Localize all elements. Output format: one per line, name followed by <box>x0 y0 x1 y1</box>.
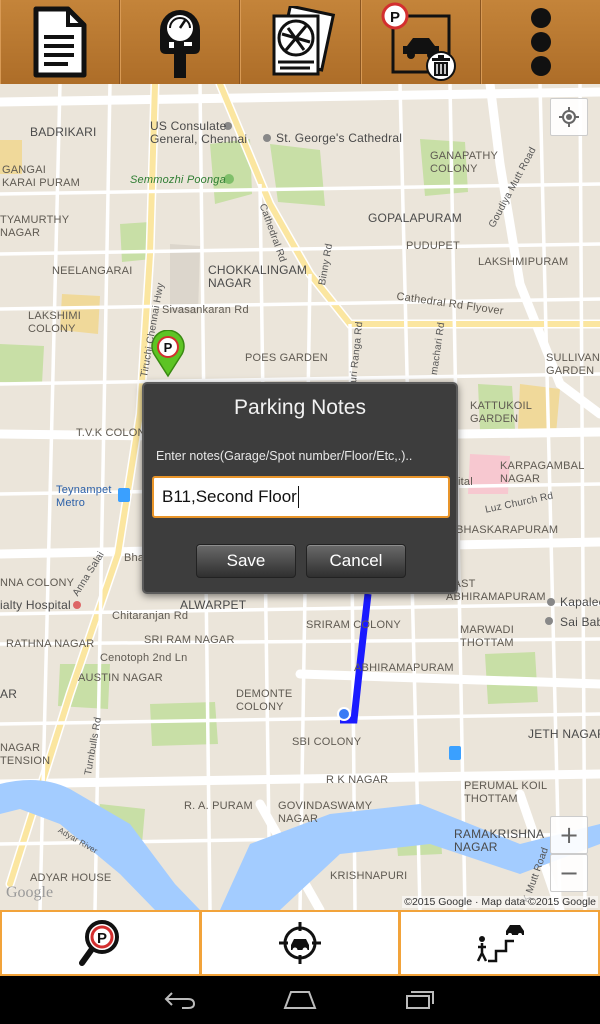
notes-input-value: B11,Second Floor <box>162 487 297 506</box>
svg-text:P: P <box>97 930 107 947</box>
walk-to-car-icon <box>476 925 524 963</box>
map-label: CHOKKALINGAM NAGAR <box>208 263 308 290</box>
parking-notes-dialog: Parking Notes Enter notes(Garage/Spot nu… <box>142 382 458 594</box>
overflow-menu-button[interactable] <box>480 0 600 84</box>
map-label: Sai Baba <box>560 615 600 629</box>
map-label: SRI RAM NAGAR <box>144 634 235 646</box>
parking-search-icon: P <box>79 920 120 966</box>
cancel-button[interactable]: Cancel <box>306 544 406 578</box>
folded-map-icon <box>272 6 335 76</box>
map-label: Chitaranjan Rd <box>112 610 189 622</box>
map-label: TYAMURTHY NAGAR <box>0 214 70 239</box>
document-icon <box>33 6 87 78</box>
map-label: MARWADI THOTTAM <box>460 624 514 649</box>
map-label: R K NAGAR <box>326 774 389 786</box>
map-label: RAMAKRISHNA NAGAR <box>454 827 545 854</box>
map-label: NNA COLONY <box>0 577 75 589</box>
map-label: PUDUPET <box>406 240 460 252</box>
recents-icon <box>406 991 434 1009</box>
map-label: Cenotoph 2nd Ln <box>100 652 188 664</box>
map-label: RATHNA NAGAR <box>6 638 95 650</box>
map-label: ialty Hospital <box>0 598 71 612</box>
map-label: LAKSHMIPURAM <box>478 256 569 268</box>
map-label: ALWARPET <box>180 598 247 612</box>
map-label: GANGAI KARAI PURAM <box>2 164 80 189</box>
top-toolbar: P <box>0 0 600 84</box>
home-button[interactable] <box>280 985 320 1015</box>
map-label: SRIRAM COLONY <box>306 619 401 631</box>
home-icon <box>283 991 317 1009</box>
map-label: Teynampet Metro <box>56 484 112 509</box>
svg-text:P: P <box>164 340 173 355</box>
map-label: KATTUKOIL GARDEN <box>470 400 533 425</box>
map-label: NEELANGARAI <box>52 265 133 277</box>
map-label: AR <box>0 687 18 701</box>
map-label: US Consulate General, Chennai <box>150 119 248 146</box>
map-label: Semmozhi Poonga <box>130 174 226 186</box>
parking-meter-icon <box>160 10 201 78</box>
more-vert-icon <box>530 8 551 76</box>
locate-car-button[interactable] <box>201 912 399 974</box>
zoom-in-button[interactable]: + <box>550 816 588 854</box>
dialog-title: Parking Notes <box>234 396 366 419</box>
map-label: ABHIRAMAPURAM <box>354 662 454 674</box>
map-label: EAST ABHIRAMAPURAM <box>446 578 546 603</box>
my-location-button[interactable] <box>550 98 588 136</box>
map-label: LAKSHIMI COLONY <box>28 310 81 335</box>
google-logo: Google <box>6 884 54 901</box>
map-label: NAGAR TENSION <box>0 742 51 767</box>
parking-clear-trash-icon: P <box>381 2 456 81</box>
notes-button[interactable] <box>0 0 121 84</box>
map-label: Sivasankaran Rd <box>162 304 249 316</box>
map-label: BHASKARAPURAM <box>456 524 559 536</box>
map-label: GANAPATHY COLONY <box>430 150 499 175</box>
map-label: AUSTIN NAGAR <box>78 672 163 684</box>
map-label: POES GARDEN <box>245 352 328 364</box>
parking-meter-button[interactable] <box>120 0 241 84</box>
bottom-action-bar: P <box>0 910 600 976</box>
map-label: DEMONTE COLONY <box>236 688 293 713</box>
map-label: BADRIKARI <box>30 125 97 139</box>
map-label: GOPALAPURAM <box>368 211 462 225</box>
svg-text:P: P <box>390 9 400 26</box>
notes-input[interactable]: B11,Second Floor <box>152 476 450 518</box>
back-button[interactable] <box>160 985 200 1015</box>
find-parking-button[interactable]: P <box>2 912 199 974</box>
text-caret <box>297 486 299 508</box>
map-label: St. George's Cathedral <box>276 131 403 145</box>
map-label: R. A. PURAM <box>184 800 253 812</box>
map-label: KRISHNAPURI <box>330 870 408 882</box>
recents-button[interactable] <box>400 985 440 1015</box>
system-nav-bar <box>0 976 600 1024</box>
car-target-icon <box>279 922 321 964</box>
map-label: PERUMAL KOIL THOTTAM <box>464 780 548 805</box>
walk-to-car-button[interactable] <box>401 912 599 974</box>
dialog-hint: Enter notes(Garage/Spot number/Floor/Etc… <box>156 449 413 463</box>
map-label: SULLIVAN GARDEN <box>546 352 600 377</box>
map-label: ital <box>458 476 473 488</box>
maps-button[interactable] <box>240 0 361 84</box>
back-icon <box>164 992 196 1009</box>
map-label: KARPAGAMBAL NAGAR <box>500 460 585 485</box>
clear-parking-button[interactable]: P <box>360 0 481 84</box>
map-label: SBI COLONY <box>292 736 362 748</box>
map-copyright: ©2015 Google · Map data ©2015 Google <box>402 896 598 908</box>
map-label: Kapalee <box>560 595 600 609</box>
crosshair-icon <box>559 107 579 127</box>
map-label: GOVINDASWAMY NAGAR <box>278 800 373 825</box>
save-button[interactable]: Save <box>196 544 296 578</box>
zoom-out-button[interactable]: − <box>550 854 588 892</box>
map-label: JETH NAGAR <box>528 727 600 741</box>
